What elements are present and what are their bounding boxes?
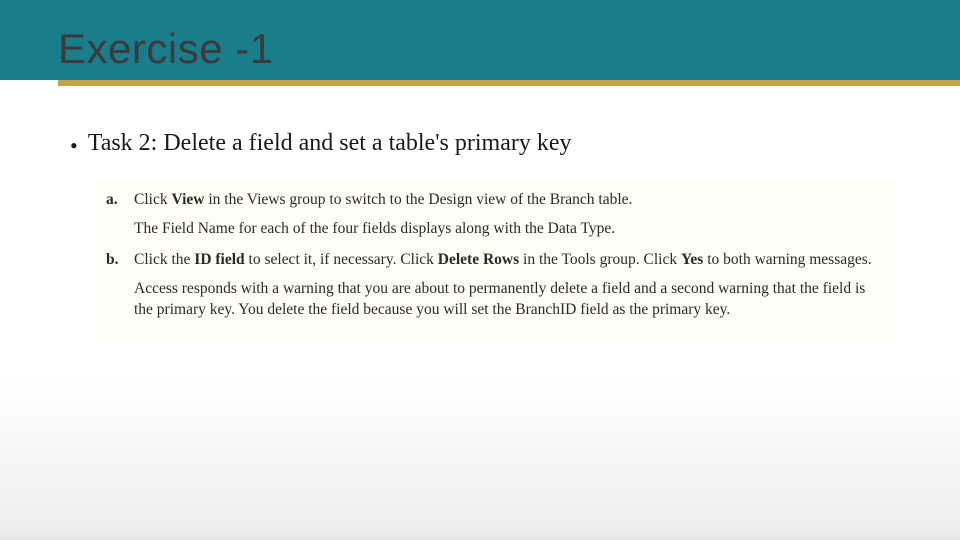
step-b-seg1: Click the <box>134 251 194 268</box>
bullet-icon: • <box>70 132 78 160</box>
step-b-body: Click the ID field to select it, if nece… <box>134 250 886 271</box>
step-a-body: Click View in the Views group to switch … <box>134 190 886 211</box>
slide-body: • Task 2: Delete a field and set a table… <box>70 130 900 339</box>
step-a-note: The Field Name for each of the four fiel… <box>134 219 886 240</box>
step-a-label: a. <box>106 190 124 211</box>
step-b-bold3: Yes <box>681 251 703 268</box>
step-b-seg4: to both warning messages. <box>703 251 871 268</box>
step-b-label: b. <box>106 250 124 271</box>
slide: Exercise -1 • Task 2: Delete a field and… <box>0 0 960 540</box>
step-b-note: Access responds with a warning that you … <box>134 279 886 321</box>
title-wrap: Exercise -1 <box>58 28 274 70</box>
step-b-bold1: ID field <box>194 251 244 268</box>
title-underline <box>58 80 960 86</box>
step-a-seg1: Click <box>134 191 171 208</box>
slide-title: Exercise -1 <box>58 28 274 70</box>
step-b: b. Click the ID field to select it, if n… <box>106 250 886 271</box>
step-b-seg2: to select it, if necessary. Click <box>245 251 438 268</box>
task-bullet-line: • Task 2: Delete a field and set a table… <box>70 130 900 158</box>
step-a-seg2: in the Views group to switch to the Desi… <box>204 191 632 208</box>
step-a-bold1: View <box>171 191 204 208</box>
steps-box: a. Click View in the Views group to swit… <box>96 180 896 339</box>
step-b-bold2: Delete Rows <box>438 251 519 268</box>
step-a: a. Click View in the Views group to swit… <box>106 190 886 211</box>
step-b-seg3: in the Tools group. Click <box>519 251 681 268</box>
task-bullet-text: Task 2: Delete a field and set a table's… <box>88 130 572 157</box>
